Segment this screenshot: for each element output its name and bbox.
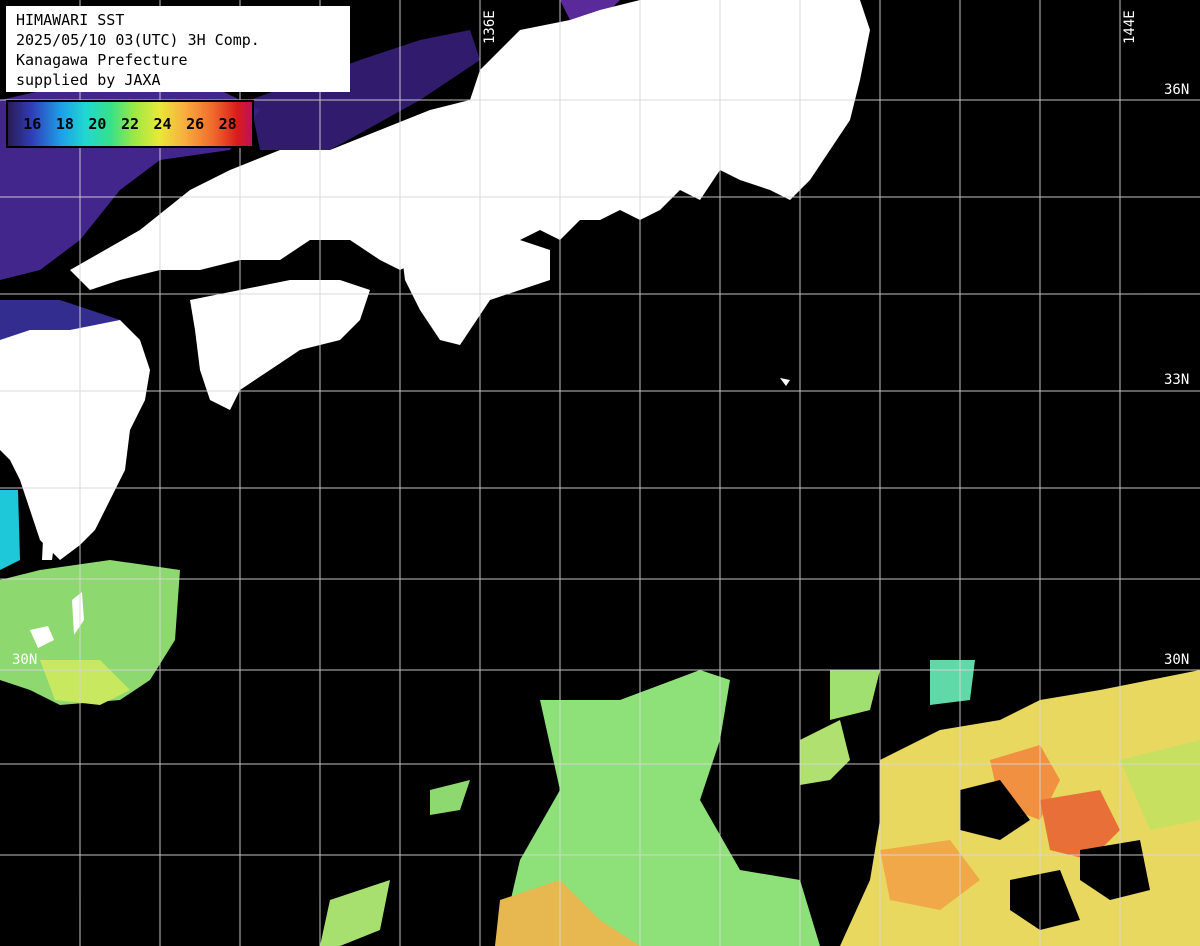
legend-label: 20 — [88, 115, 107, 133]
title-line-organization: Kanagawa Prefecture — [16, 51, 188, 69]
latitude-label-30n: 30N — [1164, 652, 1190, 668]
latitude-label-36n: 36N — [1164, 82, 1190, 98]
latitude-label-30n-left: 30N — [12, 652, 38, 668]
title-line-datetime: 2025/05/10 03(UTC) 3H Comp. — [16, 31, 260, 49]
sst-map: HIMAWARI SST 2025/05/10 03(UTC) 3H Comp.… — [0, 0, 1200, 946]
title-line-satellite: HIMAWARI SST — [16, 11, 125, 29]
legend-label: 22 — [120, 115, 139, 133]
legend-label: 28 — [218, 115, 237, 133]
longitude-label-144e: 144E — [1122, 10, 1138, 44]
legend-label: 18 — [55, 115, 74, 133]
legend-label: 26 — [186, 115, 205, 133]
legend-label: 16 — [23, 115, 42, 133]
temperature-legend: 16 18 20 22 24 26 28 — [6, 100, 254, 148]
legend-label: 24 — [153, 115, 172, 133]
title-box: HIMAWARI SST 2025/05/10 03(UTC) 3H Comp.… — [6, 6, 350, 92]
longitude-label-136e: 136E — [482, 10, 498, 44]
latitude-label-33-left: 33 — [12, 372, 29, 388]
title-line-credit: supplied by JAXA — [16, 71, 161, 89]
latitude-label-33n: 33N — [1164, 372, 1190, 388]
